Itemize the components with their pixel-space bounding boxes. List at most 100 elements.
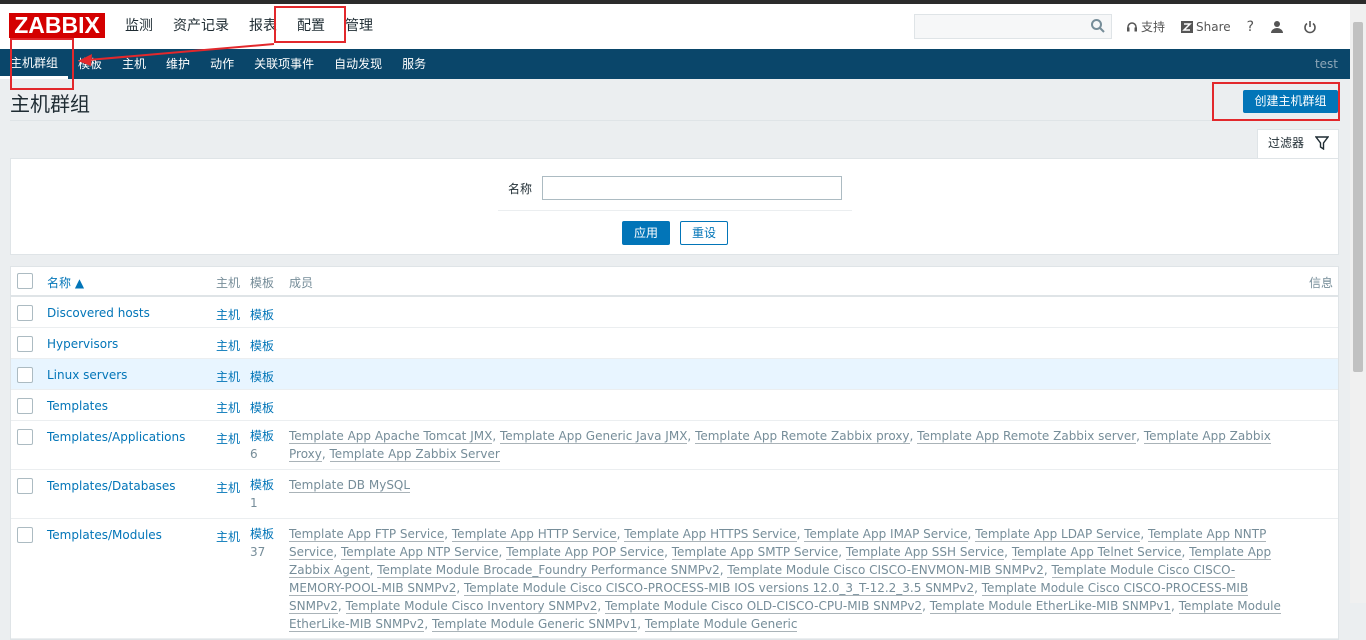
member-template-link[interactable]: Template Module Generic SNMPv1 [431,617,638,632]
group-members: Template App FTP Service, Template App H… [289,527,1281,632]
group-templates-link[interactable]: 模板 37 [250,525,284,561]
submenu-templates[interactable]: 模板 [68,49,112,79]
group-name-link[interactable]: Templates/Applications [47,430,185,444]
row-checkbox[interactable] [17,305,33,321]
group-name-link[interactable]: Templates/Databases [47,479,176,493]
member-template-link[interactable]: Template App Remote Zabbix proxy [695,429,910,444]
submenu-event-correlation[interactable]: 关联项事件 [244,49,324,79]
member-template-link[interactable]: Template App Generic Java JMX [499,429,688,444]
group-templates-link[interactable]: 模板 [250,368,284,386]
member-template-link[interactable]: Template App Apache Tomcat JMX [289,429,493,444]
help-link[interactable]: ? [1247,19,1254,35]
column-members: 成员 [289,276,314,290]
group-members: Template DB MySQL [289,476,1289,494]
title-divider [10,120,1339,121]
filter-tab[interactable]: 过滤器 [1257,129,1339,159]
page-scrollbar[interactable] [1350,4,1366,603]
submenu-services[interactable]: 服务 [392,49,436,79]
scrollbar-thumb[interactable] [1353,22,1363,372]
table-row: Templates/Applications 主机 模板 6 Template … [11,421,1338,470]
search-input[interactable] [914,14,1112,39]
member-template-link[interactable]: Template Module Cisco OLD-CISCO-CPU-MIB … [605,599,923,614]
member-template-link[interactable]: Template Module Generic [644,617,798,632]
member-template-link[interactable]: Template App LDAP Service [975,527,1141,542]
select-all-checkbox[interactable] [17,273,33,289]
menu-monitoring[interactable]: 监测 [115,4,163,49]
group-templates-link[interactable]: 模板 1 [250,476,284,512]
member-template-link[interactable]: Template Module EtherLike-MIB SNMPv1 [929,599,1172,614]
member-template-link[interactable]: Template App POP Service [506,545,665,560]
row-checkbox[interactable] [17,336,33,352]
table-row: Templates/Databases 主机 模板 1 Template DB … [11,470,1338,519]
group-templates-link[interactable]: 模板 [250,399,284,417]
member-template-link[interactable]: Template DB MySQL [289,478,411,493]
member-template-link[interactable]: Template App SSH Service [845,545,1005,560]
member-template-link[interactable]: Template App Zabbix Server [329,447,500,462]
member-template-link[interactable]: Template App SMTP Service [671,545,839,560]
filter-name-label: 名称 [508,182,533,196]
group-name-link[interactable]: Templates/Modules [47,528,162,542]
menu-inventory[interactable]: 资产记录 [163,4,239,49]
power-icon [1304,20,1316,33]
filter-apply-button[interactable]: 应用 [622,221,670,245]
filter-reset-button[interactable]: 重设 [680,221,728,245]
signout-link[interactable] [1303,20,1320,34]
submenu-maintenance[interactable]: 维护 [156,49,200,79]
member-template-link[interactable]: Template App HTTPS Service [624,527,797,542]
search-icon[interactable] [1090,18,1106,34]
annotation-box-host-groups [10,38,74,90]
group-templates-link[interactable]: 模板 [250,306,284,324]
member-template-link[interactable]: Template App FTP Service [289,527,445,542]
group-hosts-link[interactable]: 主机 [216,337,240,354]
filter-name-input[interactable] [542,176,842,200]
member-template-link[interactable]: Template Module Cisco CISCO-ENVMON-MIB S… [727,563,1044,578]
group-hosts-link[interactable]: 主机 [216,430,240,447]
group-templates-link[interactable]: 模板 [250,337,284,355]
member-template-link[interactable]: Template App Remote Zabbix server [917,429,1137,444]
submenu-actions[interactable]: 动作 [200,49,244,79]
group-hosts-link[interactable]: 主机 [216,368,240,385]
table-row: Templates/Modules 主机 模板 37 Template App … [11,519,1338,639]
group-hosts-link[interactable]: 主机 [216,479,240,496]
filter-divider [498,210,852,211]
support-link[interactable]: 支持 [1126,18,1165,35]
templates-count: 37 [250,545,266,559]
group-members: Template App Apache Tomcat JMX, Template… [289,429,1271,462]
group-hosts-link[interactable]: 主机 [216,306,240,323]
filter-panel: 名称 应用 重设 [10,158,1339,255]
group-hosts-link[interactable]: 主机 [216,528,240,545]
group-hosts-link[interactable]: 主机 [216,399,240,416]
headset-icon [1127,21,1137,31]
row-checkbox[interactable] [17,398,33,414]
templates-count: 6 [250,447,258,461]
page-title: 主机群组 [10,92,90,116]
member-template-link[interactable]: Template App HTTP Service [451,527,617,542]
member-template-link[interactable]: Template Module Cisco CISCO-PROCESS-MIB … [463,581,975,596]
member-template-link[interactable]: Template App IMAP Service [804,527,968,542]
share-link[interactable]: Share [1181,20,1231,34]
row-checkbox[interactable] [17,429,33,445]
row-checkbox[interactable] [17,367,33,383]
table-row: Linux servers 主机 模板 [11,359,1338,390]
row-checkbox[interactable] [17,478,33,494]
header-links: 支持 Share ? [1126,4,1336,49]
member-template-link[interactable]: Template App NTP Service [341,545,499,560]
submenu-discovery[interactable]: 自动发现 [324,49,392,79]
group-name-link[interactable]: Discovered hosts [47,306,150,320]
column-name-sort[interactable]: 名称 ▲ [47,274,84,291]
member-template-link[interactable]: Template Module Cisco Inventory SNMPv2 [345,599,598,614]
table-row: Discovered hosts 主机 模板 [11,297,1338,328]
group-name-link[interactable]: Hypervisors [47,337,118,351]
submenu-hosts[interactable]: 主机 [112,49,156,79]
group-name-link[interactable]: Linux servers [47,368,127,382]
group-templates-link[interactable]: 模板 6 [250,427,284,463]
annotation-box-create-button [1212,82,1340,121]
member-template-link[interactable]: Template Module Brocade_Foundry Performa… [377,563,720,578]
templates-count: 1 [250,496,258,510]
row-checkbox[interactable] [17,527,33,543]
profile-link[interactable] [1270,20,1287,34]
member-template-link[interactable]: Template App Telnet Service [1011,545,1182,560]
zabbix-logo[interactable]: ZABBIX [9,13,105,38]
support-label: 支持 [1141,20,1166,34]
group-name-link[interactable]: Templates [47,399,108,413]
